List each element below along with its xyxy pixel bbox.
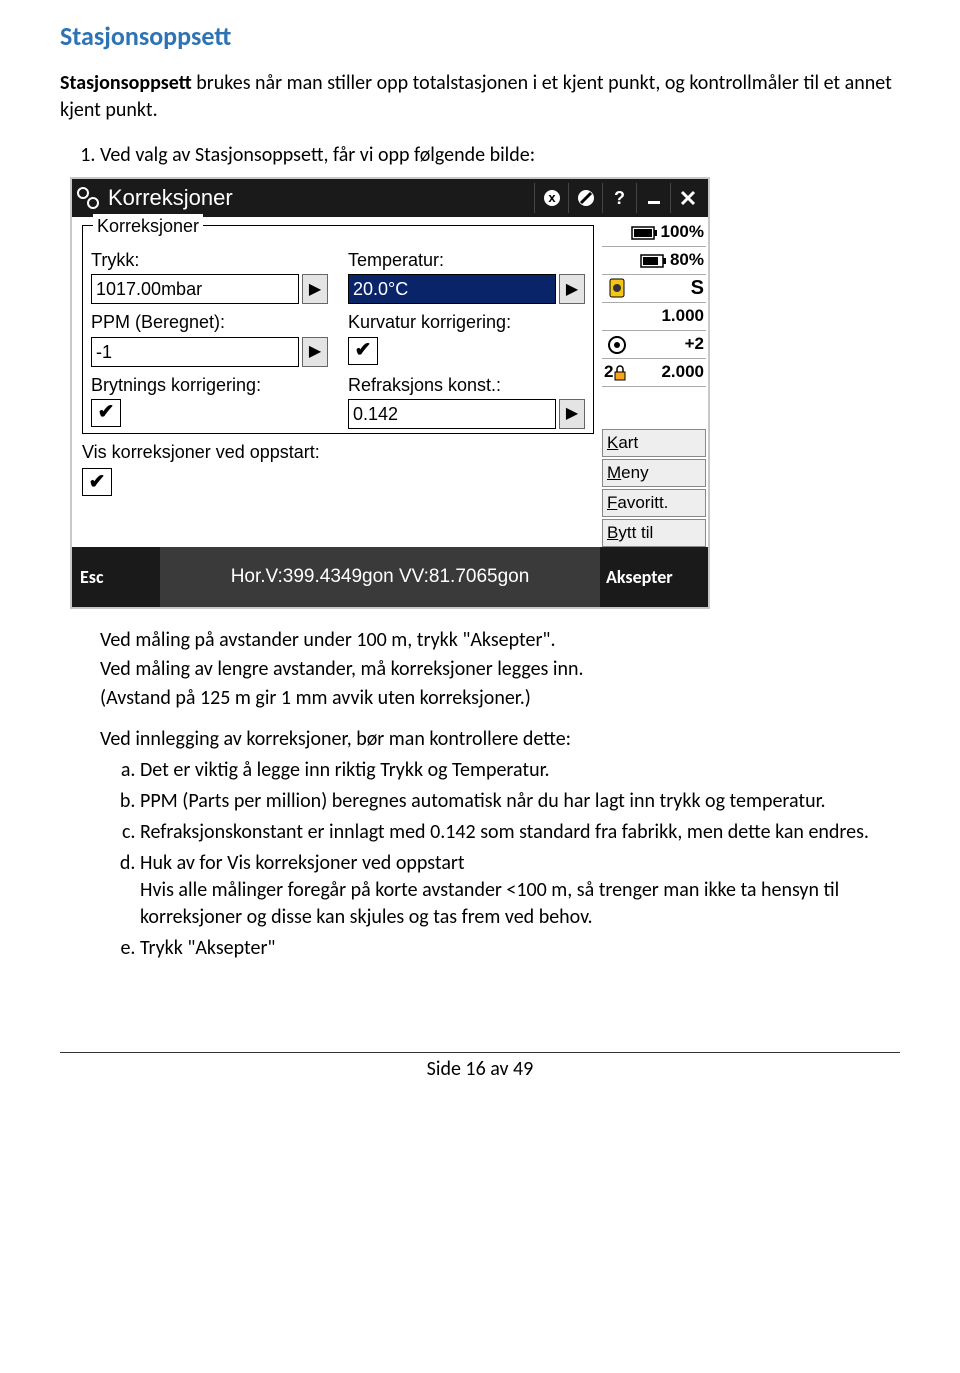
refraksjon-input[interactable]: 0.142 [348,399,556,429]
step-1-text: Ved valg av Stasjonsoppsett, får vi opp … [100,143,535,167]
plus2-row: +2 [602,331,706,359]
battery-80-row: 80% [602,247,706,275]
svg-text:x: x [548,190,556,205]
meny-rest: eny [621,463,648,482]
sub-b: PPM (Parts per million) beregnes automat… [140,788,900,815]
side-panel: 100% 80% S 1.000 [600,217,708,547]
kart-button[interactable]: Kart [602,429,706,457]
app-icon [76,186,100,210]
s-label: S [691,275,704,302]
ppm-dropdown-icon[interactable]: ▶ [302,337,328,367]
ppm-input[interactable]: -1 [91,337,299,367]
screenshot-container: Korreksjoner x ? [70,177,710,609]
gear-icon [606,334,628,356]
meny-button[interactable]: Meny [602,459,706,487]
sub-c: Refraksjonskonstant er innlagt med 0.142… [140,819,900,846]
two-row: 2 2.000 [602,359,706,387]
vis-checkbox[interactable]: ✔ [82,468,112,496]
s-value: 1.000 [661,305,704,328]
fieldset-legend: Korreksjoner [93,214,203,238]
esc-button[interactable]: Esc [72,547,160,607]
step-1-item: Ved valg av Stasjonsoppsett, får vi opp … [100,142,900,962]
bytt-rest: ytt til [618,523,653,542]
refraksjon-dropdown-icon[interactable]: ▶ [559,399,585,429]
sub-e: Trykk "Aksepter" [140,935,900,962]
trykk-input[interactable]: 1017.00mbar [91,274,299,304]
prism-icon [606,277,630,301]
kurvatur-label: Kurvatur korrigering: [348,310,585,334]
kart-rest: art [618,433,638,452]
toolbar-clear-icon[interactable]: x [534,183,568,213]
battery-80-text: 80% [670,249,704,272]
lock-icon [613,365,627,381]
brytning-label: Brytnings korrigering: [91,373,328,397]
toolbar-close-icon[interactable] [670,183,704,213]
vis-label: Vis korreksjoner ved oppstart: [82,440,594,464]
plus2-text: +2 [685,333,704,356]
intro-paragraph: Stasjonsoppsett brukes når man stiller o… [60,70,900,124]
trykk-label: Trykk: [91,248,328,272]
aksepter-button[interactable]: Aksepter [600,547,708,607]
coords-readout: Hor.V:399.4349gon VV:81.7065gon [160,547,600,607]
s-row: S [602,275,706,303]
titlebar-title: Korreksjoner [108,183,534,213]
battery-100-row: 100% [602,219,706,247]
brytning-checkbox[interactable]: ✔ [91,399,121,427]
para-aksepter: Ved måling på avstander under 100 m, try… [100,627,900,654]
kurvatur-checkbox[interactable]: ✔ [348,337,378,365]
battery-100-text: 100% [661,221,704,244]
intro-bold: Stasjonsoppsett [60,71,192,95]
page-heading: Stasjonsoppsett [60,20,900,52]
trykk-dropdown-icon[interactable]: ▶ [302,274,328,304]
temperatur-label: Temperatur: [348,248,585,272]
refraksjon-label: Refraksjons konst.: [348,373,585,397]
bytt-button[interactable]: Bytt til [602,519,706,547]
toolbar-minimize-icon[interactable] [636,183,670,213]
toolbar-help-icon[interactable]: ? [602,183,636,213]
para-kontroller: Ved innlegging av korreksjoner, bør man … [100,726,900,753]
sub-a: Det er viktig å legge inn riktig Trykk o… [140,757,900,784]
temperatur-input[interactable]: 20.0°C [348,274,556,304]
titlebar: Korreksjoner x ? [72,179,708,217]
ppm-label: PPM (Beregnet): [91,310,328,334]
footer-separator [60,1052,900,1053]
corrections-fieldset: Korreksjoner Trykk: 1017.00mbar ▶ [82,225,594,434]
sub-d: Huk av for Vis korreksjoner ved oppstart… [140,850,900,931]
sub-list: Det er viktig å legge inn riktig Trykk o… [100,757,900,962]
para-avstand: (Avstand på 125 m gir 1 mm avvik uten ko… [100,685,900,712]
para-lengre: Ved måling av lengre avstander, må korre… [100,656,900,683]
battery-icon [640,254,668,268]
battery-icon [631,226,659,240]
toolbar-deny-icon[interactable] [568,183,602,213]
favoritt-button[interactable]: Favoritt. [602,489,706,517]
temperatur-dropdown-icon[interactable]: ▶ [559,274,585,304]
page-footer: Side 16 av 49 [60,1057,900,1081]
s-value-row: 1.000 [602,303,706,331]
fav-rest: avoritt. [617,493,668,512]
two-value: 2.000 [661,361,704,384]
